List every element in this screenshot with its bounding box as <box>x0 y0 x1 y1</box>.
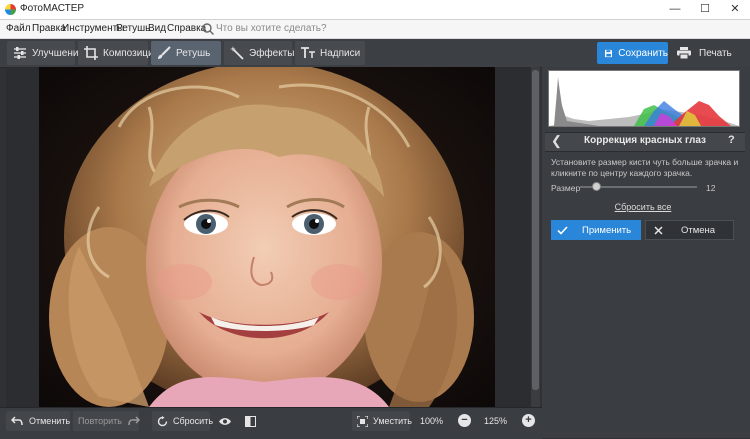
panel-title: Коррекция красных глаз <box>584 135 706 146</box>
tab-retouch-label: Ретушь <box>176 47 211 59</box>
preview-toggle-button[interactable] <box>214 411 236 431</box>
undo-button[interactable]: Отменить <box>6 411 70 431</box>
undo-label: Отменить <box>29 416 71 426</box>
undo-icon <box>11 416 23 426</box>
cancel-label: Отмена <box>681 224 716 236</box>
print-label: Печать <box>699 47 732 59</box>
reset-label: Сбросить <box>173 416 214 426</box>
eye-icon <box>219 417 231 425</box>
tab-text-label: Надписи <box>320 47 361 59</box>
sliders-icon <box>14 47 26 59</box>
printer-icon <box>677 47 691 59</box>
reset-icon <box>157 415 168 426</box>
photo-image <box>39 67 495 407</box>
redo-button[interactable]: Повторить <box>73 411 140 431</box>
tab-composition[interactable]: Композиция <box>78 41 159 65</box>
redo-label: Повторить <box>78 416 122 426</box>
menu-retouch[interactable]: Ретушь <box>116 23 150 34</box>
tab-enhance[interactable]: Улучшения <box>7 41 84 65</box>
minimize-button[interactable]: — <box>660 0 690 19</box>
tab-effects-label: Эффекты <box>249 47 295 59</box>
maximize-button[interactable]: ☐ <box>690 0 720 19</box>
tab-retouch[interactable]: Ретушь <box>151 41 221 65</box>
brush-icon <box>158 46 171 59</box>
apply-button[interactable]: Применить <box>551 220 641 240</box>
zoom-out-button[interactable]: − <box>458 414 471 427</box>
photo-canvas[interactable] <box>39 67 495 407</box>
histogram <box>548 70 740 127</box>
save-label: Сохранить <box>618 47 668 59</box>
compare-icon <box>245 415 256 427</box>
cancel-button[interactable]: Отмена <box>645 220 734 240</box>
fit-button[interactable]: Уместить <box>352 411 412 431</box>
compare-button[interactable] <box>240 411 262 431</box>
search-icon[interactable] <box>201 22 215 36</box>
reset-button[interactable]: Сбросить <box>152 411 214 431</box>
title-bar <box>0 0 750 20</box>
fit-screen-icon <box>357 415 368 427</box>
tab-effects[interactable]: Эффекты <box>224 41 295 65</box>
floppy-disk-icon <box>605 49 613 57</box>
zoom-actual-size[interactable]: 100% <box>420 416 443 426</box>
magic-wand-icon <box>230 46 244 60</box>
tab-enhance-label: Улучшения <box>32 47 84 59</box>
window-title: ФотоМАСТЕР <box>20 3 85 14</box>
app-logo-icon <box>5 4 16 15</box>
zoom-in-button[interactable]: + <box>522 414 535 427</box>
menu-view[interactable]: Вид <box>148 23 166 34</box>
fit-label: Уместить <box>373 416 412 426</box>
text-icon <box>301 47 315 58</box>
checkmark-icon <box>557 225 568 235</box>
brush-size-value: 12 <box>706 183 716 193</box>
panel-description: Установите размер кисти чуть больше зрач… <box>551 157 739 178</box>
menu-tools[interactable]: Инструменты <box>62 23 124 34</box>
help-icon[interactable]: ? <box>728 134 735 146</box>
save-button[interactable]: Сохранить <box>597 42 668 64</box>
brush-size-label: Размер <box>551 183 581 193</box>
menu-file[interactable]: Файл <box>6 23 31 34</box>
print-button[interactable]: Печать <box>671 42 744 64</box>
menu-edit[interactable]: Правка <box>32 23 66 34</box>
close-icon <box>654 225 663 235</box>
scrollbar-thumb[interactable] <box>532 70 539 390</box>
close-button[interactable]: ✕ <box>720 0 750 19</box>
slider-knob[interactable] <box>592 182 601 191</box>
redo-icon <box>128 416 140 426</box>
zoom-level: 125% <box>484 416 508 426</box>
search-input[interactable]: Что вы хотите сделать? <box>216 23 327 34</box>
histogram-graph <box>549 76 739 126</box>
crop-icon <box>84 46 98 60</box>
tab-text[interactable]: Надписи <box>295 41 365 65</box>
apply-label: Применить <box>582 224 632 236</box>
reset-all-link[interactable]: Сбросить все <box>545 202 741 212</box>
